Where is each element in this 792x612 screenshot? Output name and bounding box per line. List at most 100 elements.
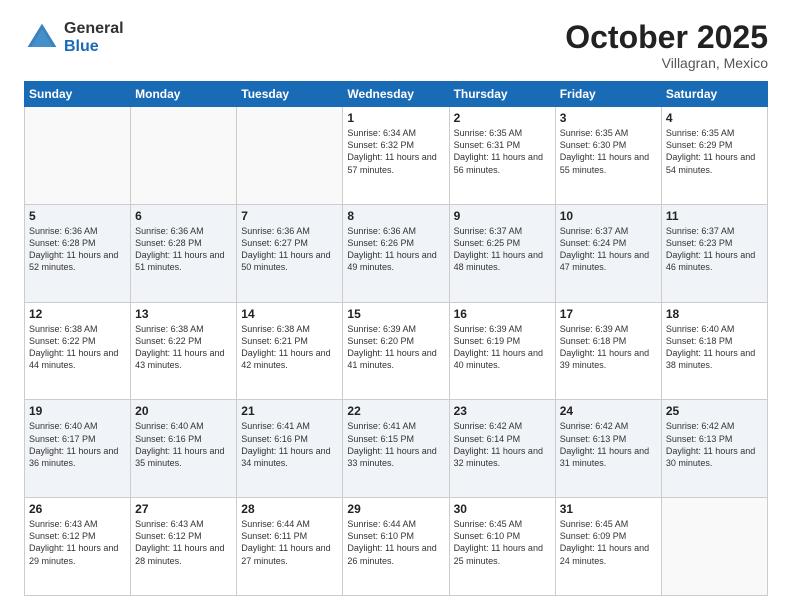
table-row xyxy=(25,107,131,205)
day-number: 6 xyxy=(135,209,232,223)
day-number: 17 xyxy=(560,307,657,321)
table-row: 20 Sunrise: 6:40 AM Sunset: 6:16 PM Dayli… xyxy=(131,400,237,498)
day-info: Sunrise: 6:36 AM Sunset: 6:28 PM Dayligh… xyxy=(135,225,232,274)
col-sunday: Sunday xyxy=(25,82,131,107)
table-row: 22 Sunrise: 6:41 AM Sunset: 6:15 PM Dayli… xyxy=(343,400,449,498)
table-row: 5 Sunrise: 6:36 AM Sunset: 6:28 PM Daylig… xyxy=(25,204,131,302)
day-number: 1 xyxy=(347,111,444,125)
day-number: 14 xyxy=(241,307,338,321)
day-number: 21 xyxy=(241,404,338,418)
day-number: 8 xyxy=(347,209,444,223)
logo: General Blue xyxy=(24,20,124,56)
day-info: Sunrise: 6:38 AM Sunset: 6:22 PM Dayligh… xyxy=(135,323,232,372)
table-row: 7Sunrise: 6:36 AM Sunset: 6:27 PM Daylig… xyxy=(237,204,343,302)
logo-icon xyxy=(24,20,60,56)
col-saturday: Saturday xyxy=(661,82,767,107)
day-info: Sunrise: 6:35 AM Sunset: 6:30 PM Dayligh… xyxy=(560,127,657,176)
day-info: Sunrise: 6:44 AM Sunset: 6:10 PM Dayligh… xyxy=(347,518,444,567)
day-info: Sunrise: 6:39 AM Sunset: 6:19 PM Dayligh… xyxy=(454,323,551,372)
day-info: Sunrise: 6:45 AM Sunset: 6:09 PM Dayligh… xyxy=(560,518,657,567)
day-number: 23 xyxy=(454,404,551,418)
day-number: 18 xyxy=(666,307,763,321)
day-info: Sunrise: 6:43 AM Sunset: 6:12 PM Dayligh… xyxy=(29,518,126,567)
table-row: 31Sunrise: 6:45 AM Sunset: 6:09 PM Dayli… xyxy=(555,498,661,596)
day-number: 13 xyxy=(135,307,232,321)
header: General Blue October 2025 Villagran, Mex… xyxy=(24,20,768,71)
col-friday: Friday xyxy=(555,82,661,107)
table-row: 30 Sunrise: 6:45 AM Sunset: 6:10 PM Dayli… xyxy=(449,498,555,596)
day-info: Sunrise: 6:39 AM Sunset: 6:18 PM Dayligh… xyxy=(560,323,657,372)
day-info: Sunrise: 6:39 AM Sunset: 6:20 PM Dayligh… xyxy=(347,323,444,372)
title-block: October 2025 Villagran, Mexico xyxy=(565,20,768,71)
calendar-week-row: 19Sunrise: 6:40 AM Sunset: 6:17 PM Dayli… xyxy=(25,400,768,498)
day-info: Sunrise: 6:37 AM Sunset: 6:25 PM Dayligh… xyxy=(454,225,551,274)
day-number: 7 xyxy=(241,209,338,223)
day-info: Sunrise: 6:38 AM Sunset: 6:22 PM Dayligh… xyxy=(29,323,126,372)
day-number: 30 xyxy=(454,502,551,516)
table-row: 17 Sunrise: 6:39 AM Sunset: 6:18 PM Dayli… xyxy=(555,302,661,400)
table-row: 19Sunrise: 6:40 AM Sunset: 6:17 PM Dayli… xyxy=(25,400,131,498)
day-info: Sunrise: 6:42 AM Sunset: 6:13 PM Dayligh… xyxy=(560,420,657,469)
day-number: 19 xyxy=(29,404,126,418)
table-row: 29Sunrise: 6:44 AM Sunset: 6:10 PM Dayli… xyxy=(343,498,449,596)
day-info: Sunrise: 6:41 AM Sunset: 6:15 PM Dayligh… xyxy=(347,420,444,469)
table-row: 28 Sunrise: 6:44 AM Sunset: 6:11 PM Dayli… xyxy=(237,498,343,596)
logo-blue-label: Blue xyxy=(64,38,124,56)
calendar-week-row: 12 Sunrise: 6:38 AM Sunset: 6:22 PM Dayli… xyxy=(25,302,768,400)
calendar-week-row: 1 Sunrise: 6:34 AM Sunset: 6:32 PM Daylig… xyxy=(25,107,768,205)
day-info: Sunrise: 6:44 AM Sunset: 6:11 PM Dayligh… xyxy=(241,518,338,567)
day-info: Sunrise: 6:41 AM Sunset: 6:16 PM Dayligh… xyxy=(241,420,338,469)
day-info: Sunrise: 6:36 AM Sunset: 6:28 PM Dayligh… xyxy=(29,225,126,274)
day-info: Sunrise: 6:36 AM Sunset: 6:26 PM Dayligh… xyxy=(347,225,444,274)
day-number: 28 xyxy=(241,502,338,516)
logo-text: General Blue xyxy=(64,20,124,55)
table-row: 14Sunrise: 6:38 AM Sunset: 6:21 PM Dayli… xyxy=(237,302,343,400)
col-monday: Monday xyxy=(131,82,237,107)
day-number: 25 xyxy=(666,404,763,418)
table-row: 27 Sunrise: 6:43 AM Sunset: 6:12 PM Dayli… xyxy=(131,498,237,596)
day-info: Sunrise: 6:34 AM Sunset: 6:32 PM Dayligh… xyxy=(347,127,444,176)
day-info: Sunrise: 6:43 AM Sunset: 6:12 PM Dayligh… xyxy=(135,518,232,567)
calendar-header-row: Sunday Monday Tuesday Wednesday Thursday… xyxy=(25,82,768,107)
table-row: 24Sunrise: 6:42 AM Sunset: 6:13 PM Dayli… xyxy=(555,400,661,498)
day-number: 16 xyxy=(454,307,551,321)
table-row: 3 Sunrise: 6:35 AM Sunset: 6:30 PM Daylig… xyxy=(555,107,661,205)
day-info: Sunrise: 6:35 AM Sunset: 6:31 PM Dayligh… xyxy=(454,127,551,176)
day-number: 11 xyxy=(666,209,763,223)
day-number: 5 xyxy=(29,209,126,223)
logo-general-label: General xyxy=(64,20,124,38)
table-row: 15 Sunrise: 6:39 AM Sunset: 6:20 PM Dayli… xyxy=(343,302,449,400)
day-info: Sunrise: 6:40 AM Sunset: 6:16 PM Dayligh… xyxy=(135,420,232,469)
col-wednesday: Wednesday xyxy=(343,82,449,107)
table-row: 1 Sunrise: 6:34 AM Sunset: 6:32 PM Daylig… xyxy=(343,107,449,205)
table-row: 13 Sunrise: 6:38 AM Sunset: 6:22 PM Dayli… xyxy=(131,302,237,400)
table-row: 6 Sunrise: 6:36 AM Sunset: 6:28 PM Daylig… xyxy=(131,204,237,302)
table-row: 25Sunrise: 6:42 AM Sunset: 6:13 PM Dayli… xyxy=(661,400,767,498)
table-row: 4Sunrise: 6:35 AM Sunset: 6:29 PM Daylig… xyxy=(661,107,767,205)
table-row: 2Sunrise: 6:35 AM Sunset: 6:31 PM Daylig… xyxy=(449,107,555,205)
month-title: October 2025 xyxy=(565,20,768,55)
table-row: 10Sunrise: 6:37 AM Sunset: 6:24 PM Dayli… xyxy=(555,204,661,302)
table-row: 9Sunrise: 6:37 AM Sunset: 6:25 PM Daylig… xyxy=(449,204,555,302)
day-number: 15 xyxy=(347,307,444,321)
table-row: 21 Sunrise: 6:41 AM Sunset: 6:16 PM Dayli… xyxy=(237,400,343,498)
table-row xyxy=(661,498,767,596)
day-number: 4 xyxy=(666,111,763,125)
day-number: 3 xyxy=(560,111,657,125)
day-number: 27 xyxy=(135,502,232,516)
table-row: 18 Sunrise: 6:40 AM Sunset: 6:18 PM Dayli… xyxy=(661,302,767,400)
table-row: 26 Sunrise: 6:43 AM Sunset: 6:12 PM Dayli… xyxy=(25,498,131,596)
page: General Blue October 2025 Villagran, Mex… xyxy=(0,0,792,612)
calendar-week-row: 5 Sunrise: 6:36 AM Sunset: 6:28 PM Daylig… xyxy=(25,204,768,302)
calendar-week-row: 26 Sunrise: 6:43 AM Sunset: 6:12 PM Dayli… xyxy=(25,498,768,596)
day-number: 20 xyxy=(135,404,232,418)
day-number: 12 xyxy=(29,307,126,321)
table-row: 11Sunrise: 6:37 AM Sunset: 6:23 PM Dayli… xyxy=(661,204,767,302)
col-tuesday: Tuesday xyxy=(237,82,343,107)
day-number: 22 xyxy=(347,404,444,418)
table-row: 12 Sunrise: 6:38 AM Sunset: 6:22 PM Dayli… xyxy=(25,302,131,400)
day-info: Sunrise: 6:45 AM Sunset: 6:10 PM Dayligh… xyxy=(454,518,551,567)
day-info: Sunrise: 6:40 AM Sunset: 6:18 PM Dayligh… xyxy=(666,323,763,372)
day-number: 26 xyxy=(29,502,126,516)
col-thursday: Thursday xyxy=(449,82,555,107)
